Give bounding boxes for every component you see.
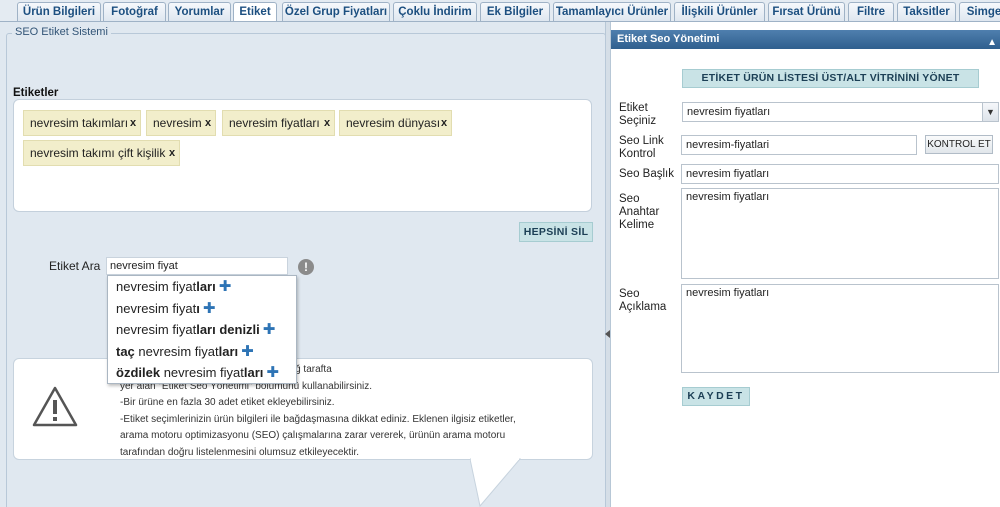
bubble-tail	[470, 458, 522, 507]
tag-chip[interactable]: nevresim takımları x	[23, 110, 141, 136]
add-plus-icon[interactable]: ✚	[241, 343, 254, 360]
suggestion-normal: nevresim fiyat	[116, 322, 197, 337]
remove-tag-icon[interactable]: x	[169, 141, 175, 165]
tab-tamamlayici-urunler[interactable]: Tamamlayıcı Ürünler	[553, 2, 671, 21]
info-line: -Etiket seçimlerinizin ürün bilgileri il…	[120, 413, 516, 425]
suggestion-prefix: taç	[116, 343, 135, 359]
description-label: Seo Açıklama	[619, 288, 667, 313]
remove-tag-icon[interactable]: x	[441, 111, 447, 135]
tag-text: nevresim	[153, 116, 202, 130]
tab-simge[interactable]: Simge	[959, 2, 1000, 21]
warning-icon	[32, 386, 78, 427]
chevron-down-icon[interactable]: ▼	[982, 103, 998, 121]
etiket-seo-panel: Etiket Seo Yönetimi ▲ ETİKET ÜRÜN LİSTES…	[610, 22, 1000, 507]
tag-chip[interactable]: nevresim dünyası x	[339, 110, 452, 136]
suggestion-normal: nevresim fiyat	[134, 343, 219, 359]
tab-iliskili-urunler[interactable]: İlişkili Ürünler	[674, 2, 765, 21]
search-label: Etiket Ara	[49, 259, 101, 273]
tab-taksitler[interactable]: Taksitler	[897, 2, 956, 21]
add-plus-icon[interactable]: ✚	[219, 278, 232, 295]
tag-select-value: nevresim fiyatları	[687, 106, 771, 118]
add-plus-icon[interactable]: ✚	[263, 321, 276, 338]
tab-fotograf[interactable]: Fotoğraf	[103, 2, 166, 21]
suggestion-bold: ları denizli	[196, 322, 260, 337]
tag-text: nevresim takımları	[30, 116, 129, 130]
remove-tag-icon[interactable]: x	[130, 111, 136, 135]
tag-container: nevresim takımları x nevresim x nevresim…	[13, 99, 592, 212]
tab-firsat-urunu[interactable]: Fırsat Ürünü	[768, 2, 845, 21]
suggestion-normal: nevresim fiyat	[116, 279, 197, 294]
suggestion-bold: ları	[218, 343, 239, 359]
tab-ek-bilgiler[interactable]: Ek Bilgiler	[480, 2, 550, 21]
delete-all-button[interactable]: HEPSİNİ SİL	[519, 222, 593, 242]
suggestion-normal: nevresim fiyat	[116, 300, 197, 316]
tags-label: Etiketler	[13, 87, 59, 99]
add-plus-icon[interactable]: ✚	[203, 300, 216, 317]
remove-tag-icon[interactable]: x	[205, 111, 211, 135]
suggestion-item[interactable]: taç nevresim fiyatları ✚	[108, 341, 296, 363]
tab-yorumlar[interactable]: Yorumlar	[168, 2, 231, 21]
tag-text: nevresim dünyası	[346, 116, 441, 130]
check-button[interactable]: KONTROL ET	[925, 135, 993, 154]
suggestion-bold: ı	[196, 300, 200, 316]
tag-chip[interactable]: nevresim takımı çift kişilik x	[23, 140, 180, 166]
tag-chip[interactable]: nevresim fiyatları x	[222, 110, 335, 136]
suggestion-bold: ları	[196, 279, 216, 294]
suggestion-item[interactable]: nevresim fiyatı ✚	[108, 298, 296, 320]
seo-description-textarea[interactable]: nevresim fiyatları	[681, 284, 999, 373]
tab-bar: Ürün Bilgileri Fotoğraf Yorumlar Etiket …	[0, 0, 1000, 22]
info-line: tarafından doğru listelenmesini olumsuz …	[120, 446, 360, 458]
info-line: -Bir ürüne en fazla 30 adet etiket ekley…	[120, 397, 335, 408]
seo-title-input[interactable]	[681, 164, 999, 184]
add-plus-icon[interactable]: ✚	[266, 364, 279, 381]
tag-chip[interactable]: nevresim x	[146, 110, 216, 136]
tab-ozel-grup-fiyatlari[interactable]: Özel Grup Fiyatları	[282, 2, 390, 21]
tab-coklu-indirim[interactable]: Çoklu İndirim	[393, 2, 477, 21]
suggestion-prefix: özdilek	[116, 365, 161, 380]
suggestion-item[interactable]: özdilek nevresim fiyatları ✚	[108, 362, 296, 384]
title-label: Seo Başlık	[619, 168, 674, 180]
select-label: Etiket Seçiniz	[619, 102, 657, 127]
suggestion-normal: nevresim fiyat	[160, 365, 244, 380]
tag-text: nevresim fiyatları	[229, 116, 320, 130]
remove-tag-icon[interactable]: x	[324, 111, 330, 135]
tab-urun-bilgileri[interactable]: Ürün Bilgileri	[17, 2, 101, 21]
autocomplete-dropdown: nevresim fiyatları ✚ nevresim fiyatı ✚ nev…	[107, 275, 297, 384]
tag-search-input[interactable]	[106, 257, 288, 275]
suggestion-item[interactable]: nevresim fiyatları ✚	[108, 276, 296, 298]
tab-etiket[interactable]: Etiket	[233, 2, 277, 21]
save-button[interactable]: KAYDET	[682, 387, 750, 406]
suggestion-item[interactable]: nevresim fiyatları denizli ✚	[108, 319, 296, 341]
link-label: Seo Link Kontrol	[619, 135, 664, 160]
info-exclamation-icon: !	[298, 259, 314, 275]
collapse-icon[interactable]: ▲	[987, 33, 997, 52]
tab-filtre[interactable]: Filtre	[848, 2, 894, 21]
fieldset-legend: SEO Etiket Sistemi	[12, 26, 111, 38]
seo-keywords-textarea[interactable]: nevresim fiyatları	[681, 188, 999, 279]
keywords-label: Seo Anahtar Kelime	[619, 193, 660, 231]
tag-text: nevresim takımı çift kişilik	[30, 146, 166, 160]
panel-header: Etiket Seo Yönetimi ▲	[611, 30, 1000, 49]
tag-select[interactable]: nevresim fiyatları ▼	[682, 102, 999, 122]
manage-showcase-button[interactable]: ETİKET ÜRÜN LİSTESİ ÜST/ALT VİTRİNİNİ YÖ…	[682, 69, 979, 88]
panel-title: Etiket Seo Yönetimi	[617, 33, 720, 45]
info-line: arama motoru optimizasyonu (SEO) çalışma…	[120, 430, 506, 441]
seo-link-input[interactable]	[681, 135, 917, 155]
suggestion-bold: ları	[243, 365, 264, 380]
seo-etiket-panel: SEO Etiket Sistemi Etiketler nevresim ta…	[0, 22, 606, 507]
